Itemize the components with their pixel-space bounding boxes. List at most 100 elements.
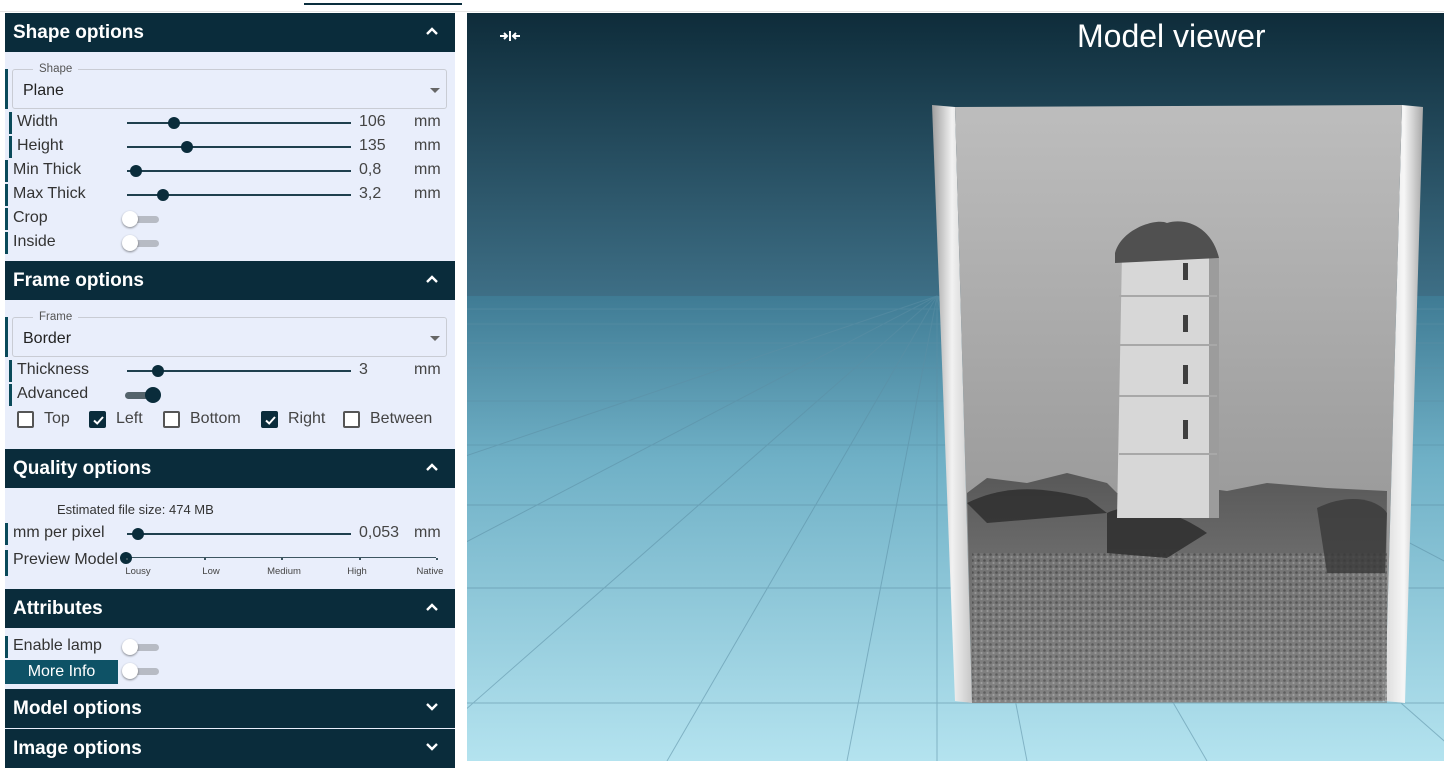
shape-options-header[interactable]: Shape options	[5, 13, 455, 52]
toggle-thumb	[122, 235, 138, 251]
right-checkbox-label: Right	[288, 410, 326, 427]
checkbox-box	[343, 411, 360, 428]
frame-select-value: Border	[23, 330, 72, 347]
width-value: 106	[359, 113, 386, 130]
min-thick-value: 0,8	[359, 161, 382, 178]
preview-model-label: Preview Model	[13, 551, 118, 568]
thickness-value: 3	[359, 361, 368, 378]
accent-bar	[5, 208, 8, 230]
caret-down-icon	[430, 336, 440, 341]
border-sides-checkboxes: Top Left Bottom Right Between	[5, 406, 455, 432]
model-options-title: Model options	[13, 698, 142, 719]
model-tower	[1117, 253, 1209, 518]
collapse-arrows-icon[interactable]	[498, 27, 522, 45]
min-thick-slider-thumb[interactable]	[129, 165, 142, 177]
crop-toggle-row: Crop	[5, 207, 455, 231]
thickness-label: Thickness	[17, 361, 90, 378]
mm-per-pixel-slider-row: mm per pixel 0,053 mm	[5, 522, 455, 546]
thickness-slider-thumb[interactable]	[152, 365, 165, 377]
advanced-toggle-row: Advanced	[5, 383, 455, 407]
max-thick-label: Max Thick	[13, 185, 86, 202]
mm-per-pixel-label: mm per pixel	[13, 524, 105, 541]
min-thick-slider-row: Min Thick 0,8 mm	[5, 159, 455, 183]
chevron-down-icon[interactable]	[425, 689, 441, 728]
left-checkbox-label: Left	[116, 410, 143, 427]
accent-bar	[5, 523, 8, 545]
preview-level-label: Native	[416, 566, 444, 577]
width-slider-track[interactable]	[127, 122, 351, 124]
chevron-up-icon[interactable]	[425, 13, 441, 52]
preview-tick-mark	[281, 558, 283, 560]
height-slider-thumb[interactable]	[181, 141, 194, 153]
model-options-header[interactable]: Model options	[5, 689, 455, 728]
min-thick-slider-track[interactable]	[127, 170, 351, 172]
accent-bar	[9, 360, 12, 382]
shape-select[interactable]: Shape Plane	[12, 63, 447, 109]
model-texture	[972, 553, 1387, 703]
toggle-thumb	[145, 387, 161, 403]
advanced-toggle[interactable]	[123, 387, 161, 403]
model-viewer[interactable]: Model viewer	[467, 13, 1444, 761]
min-thick-label: Min Thick	[13, 161, 82, 178]
enable-lamp-toggle[interactable]	[122, 639, 161, 655]
accent-bar	[5, 550, 8, 576]
height-slider-track[interactable]	[127, 146, 351, 148]
enable-lamp-toggle-row: Enable lamp	[5, 635, 455, 659]
caret-down-icon	[430, 88, 440, 93]
crop-toggle[interactable]	[122, 211, 161, 227]
attributes-header[interactable]: Attributes	[5, 589, 455, 628]
quality-options-header[interactable]: Quality options	[5, 449, 455, 488]
viewer-canvas[interactable]	[467, 13, 1444, 761]
preview-model-slider-row: Preview Model	[5, 549, 455, 579]
accent-bar	[9, 136, 12, 158]
top-tab-bar	[0, 0, 1444, 12]
toggle-thumb	[122, 639, 138, 655]
top-checkbox-label: Top	[44, 410, 70, 427]
chevron-up-icon[interactable]	[425, 449, 441, 488]
enable-lamp-label: Enable lamp	[13, 637, 102, 654]
options-panel: Shape options Shape Plane Width 106 mm H…	[5, 13, 455, 768]
preview-tick-mark	[126, 558, 128, 560]
frame-select-legend: Frame	[33, 311, 79, 323]
accent-bar	[9, 384, 12, 406]
mm-per-pixel-slider-thumb[interactable]	[132, 528, 145, 540]
chevron-up-icon[interactable]	[425, 589, 441, 628]
more-info-toggle[interactable]	[122, 663, 161, 679]
checkbox-box	[163, 411, 180, 428]
preview-level-label: Lousy	[125, 566, 151, 577]
checkbox-box	[261, 411, 278, 428]
thickness-slider-row: Thickness 3 mm	[5, 359, 455, 383]
frame-select[interactable]: Frame Border	[12, 311, 447, 357]
image-options-header[interactable]: Image options	[5, 729, 455, 768]
preview-tick-mark	[203, 558, 206, 560]
image-options-title: Image options	[13, 738, 142, 759]
quality-options-title: Quality options	[13, 458, 152, 479]
mm-per-pixel-unit: mm	[414, 524, 441, 541]
crop-label: Crop	[13, 209, 48, 226]
frame-options-header[interactable]: Frame options	[5, 261, 455, 300]
accent-bar	[5, 69, 8, 109]
relief-plane-model[interactable]	[932, 105, 1423, 703]
shape-select-value: Plane	[23, 82, 64, 99]
width-label: Width	[17, 113, 58, 130]
height-value: 135	[359, 137, 386, 154]
accent-bar	[9, 112, 12, 134]
max-thick-unit: mm	[414, 185, 441, 202]
min-thick-unit: mm	[414, 161, 441, 178]
model-tower-side	[1209, 253, 1219, 518]
inside-toggle[interactable]	[122, 235, 161, 251]
width-slider-row: Width 106 mm	[5, 111, 455, 135]
max-thick-slider-row: Max Thick 3,2 mm	[5, 183, 455, 207]
thickness-unit: mm	[414, 361, 441, 378]
estimated-file-size: Estimated file size: 474 MB	[57, 502, 214, 517]
model-trees-right	[1317, 498, 1387, 573]
width-slider-thumb[interactable]	[168, 117, 181, 129]
toggle-thumb	[122, 663, 138, 679]
more-info-toggle-row	[5, 659, 205, 683]
mm-per-pixel-slider-track[interactable]	[127, 533, 351, 535]
max-thick-slider-thumb[interactable]	[156, 189, 169, 201]
preview-tick-mark	[358, 558, 361, 560]
chevron-down-icon[interactable]	[425, 729, 441, 768]
toggle-thumb	[122, 211, 138, 227]
chevron-up-icon[interactable]	[425, 261, 441, 300]
